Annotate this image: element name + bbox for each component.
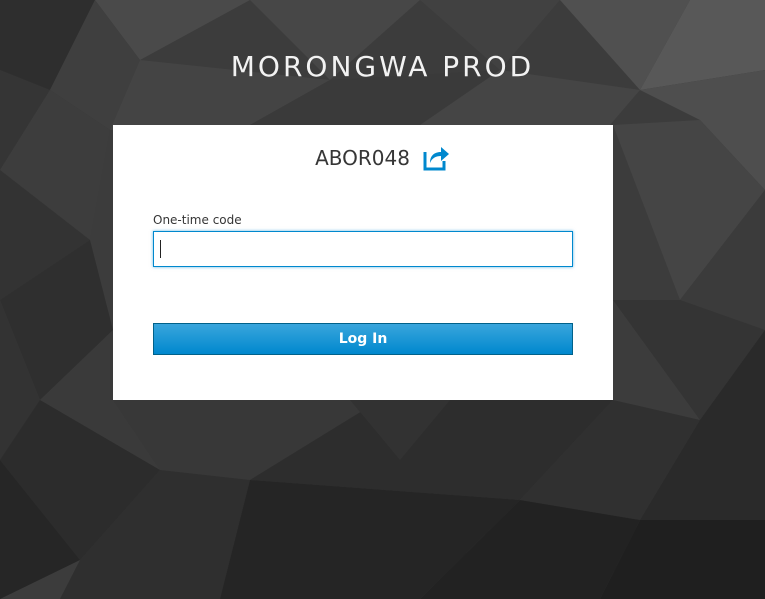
login-header: ABOR048 bbox=[0, 144, 765, 172]
otp-input[interactable] bbox=[153, 231, 573, 267]
text-caret bbox=[160, 240, 161, 258]
username-label: ABOR048 bbox=[315, 146, 410, 170]
share-arrow-icon bbox=[423, 147, 449, 171]
otp-label: One-time code bbox=[153, 213, 242, 227]
realm-title: MORONGWA PROD bbox=[230, 49, 535, 83]
login-button[interactable]: Log In bbox=[153, 323, 573, 355]
restart-login-icon[interactable] bbox=[422, 144, 450, 172]
